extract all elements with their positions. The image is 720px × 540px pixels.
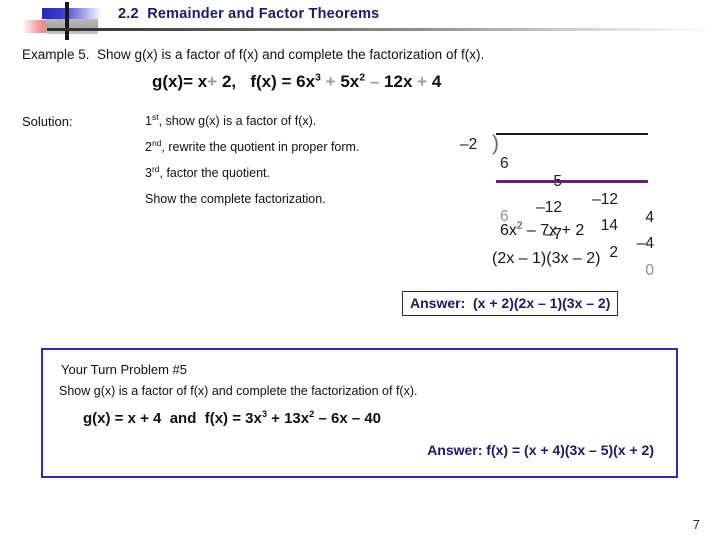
given-functions: g(x)= x+ 2, f(x) = 6x3 + 5x2 – 12x + 4 <box>152 72 441 92</box>
synthetic-division-carry-row: –12 14 –4 <box>460 158 660 252</box>
synthetic-division-divisor: –2 <box>460 136 478 153</box>
given-f-term-3: 12x <box>384 72 413 91</box>
step-text: , rewrite the quotient in proper form. <box>161 140 360 154</box>
result-remainder: 0 <box>645 262 654 279</box>
your-turn-answer: Answer: f(x) = (x + 4)(3x – 5)(x + 2) <box>427 442 654 458</box>
your-turn-equation-tail: – 6x – 40 <box>314 410 382 427</box>
given-f-term-2: 5x <box>340 72 360 91</box>
answer-value: (x + 2)(2x – 1)(3x – 2) <box>473 295 611 311</box>
step-number: 1 <box>145 114 152 128</box>
your-turn-equation-mid: + 13x <box>267 410 310 427</box>
given-f-sign-3: – <box>369 72 380 91</box>
given-f-sign-4: + <box>417 72 428 91</box>
given-g: g(x)= x <box>152 72 208 91</box>
step-ordinal: rd <box>151 163 160 174</box>
step-text: , show g(x) is a factor of f(x). <box>158 114 317 128</box>
synthetic-division-result-row: 6 –7 2 0 <box>460 188 660 279</box>
step-text: , factor the quotient. <box>159 166 271 180</box>
step-number: 3 <box>145 166 152 180</box>
page-title: 2.2 Remainder and Factor Theorems <box>118 6 380 22</box>
division-bracket-icon: ) <box>492 132 499 155</box>
factored-quotient: (2x – 1)(3x – 2) <box>492 250 601 267</box>
step-number: 2 <box>145 140 152 154</box>
synthetic-division-top-row: –2 ) 6 5 –12 4 <box>460 132 660 226</box>
step-ordinal: st <box>151 111 159 122</box>
quotient-lead: 6x <box>500 222 517 239</box>
your-turn-title: Your Turn Problem #5 <box>61 362 187 377</box>
given-f-sign-2: + <box>325 72 336 91</box>
page-number: 7 <box>692 517 700 532</box>
answer-box: Answer: (x + 2)(2x – 1)(3x – 2) <box>402 291 619 316</box>
solution-step: Show the complete factorization. <box>145 192 359 206</box>
solution-step: 2nd, rewrite the quotient in proper form… <box>145 137 360 154</box>
your-turn-instruction: Show g(x) is a factor of f(x) and comple… <box>59 384 418 398</box>
your-turn-equation-head: g(x) = x + 4 and f(x) = 3x <box>83 410 262 427</box>
solution-label: Solution: <box>22 114 73 129</box>
decoration-blue-bar <box>42 8 102 19</box>
your-turn-box: Your Turn Problem #5 Show g(x) is a fact… <box>41 348 678 478</box>
solution-steps: 1st, show g(x) is a factor of f(x). 2nd,… <box>145 111 360 206</box>
step-text: Show the complete factorization. <box>145 192 326 206</box>
quotient-rest: – 7x + 2 <box>522 222 585 239</box>
step-ordinal: nd <box>151 137 162 148</box>
result-row: 6 –7 2 0 <box>500 190 654 298</box>
given-g-plus: + <box>207 72 218 91</box>
quotient-expression: 6x2 – 7x + 2 <box>500 221 585 240</box>
example-prompt: Example 5. Show g(x) is a factor of f(x)… <box>22 47 485 62</box>
solution-step: 1st, show g(x) is a factor of f(x). <box>145 111 359 128</box>
synthetic-division: –2 ) 6 5 –12 4 –12 14 –4 6 –7 2 <box>460 132 660 279</box>
decoration-vertical-bar <box>65 2 69 40</box>
given-f-exponent-2: 2 <box>359 71 366 84</box>
header-divider <box>47 28 715 31</box>
synthetic-division-rule <box>496 180 648 183</box>
your-turn-equation: g(x) = x + 4 and f(x) = 3x3 + 13x2 – 6x … <box>83 409 382 427</box>
slide: 2.2 Remainder and Factor Theorems Exampl… <box>0 0 720 540</box>
division-overbar <box>496 133 648 135</box>
decoration-gray-bar <box>46 19 98 34</box>
given-f: f(x) = 6x <box>250 72 316 91</box>
answer-label: Answer: <box>410 295 466 311</box>
given-f-exponent-1: 3 <box>315 71 321 84</box>
given-g-const: 2, <box>221 72 237 91</box>
solution-step: 3rd, factor the quotient. <box>145 163 359 180</box>
given-f-term-4: 4 <box>431 72 442 91</box>
